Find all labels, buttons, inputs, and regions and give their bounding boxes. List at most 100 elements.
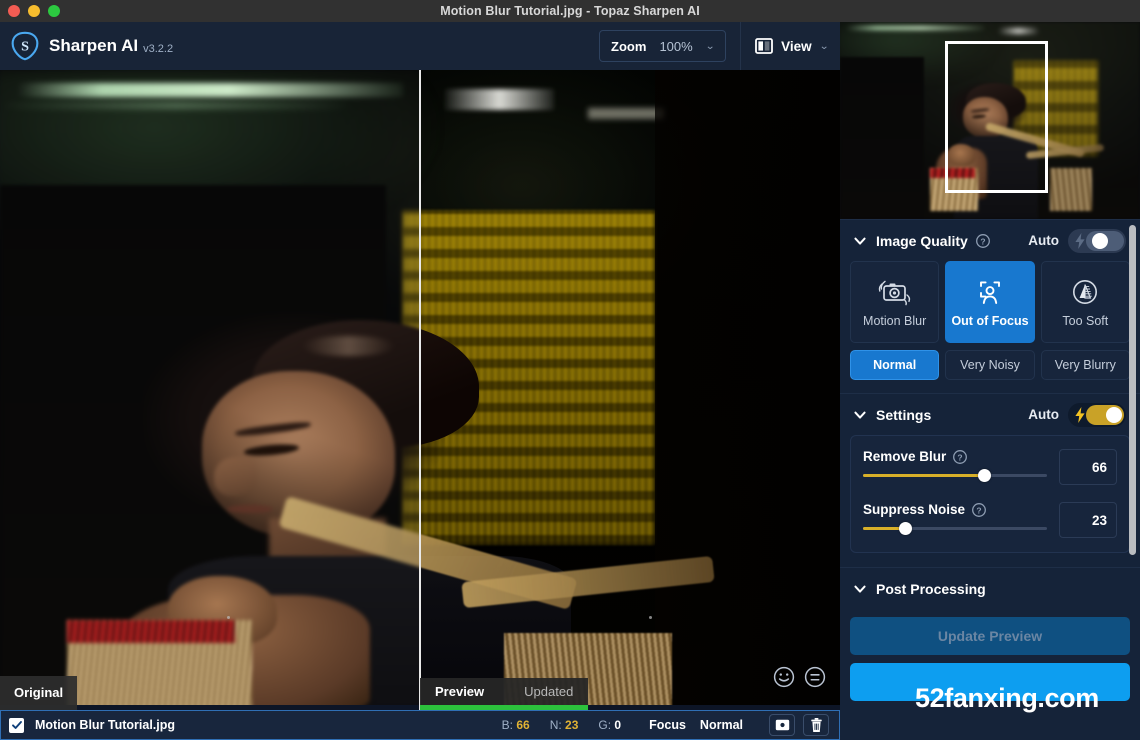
section-header-post-processing[interactable]: Post Processing (840, 567, 1140, 609)
stat-noise-value: 23 (565, 718, 579, 732)
zoom-control[interactable]: Zoom 100% ⌄ (599, 30, 727, 62)
noise-level-row: Normal Very Noisy Very Blurry (840, 343, 1140, 380)
preview-image-pane[interactable] (420, 70, 840, 710)
checkmark-icon (11, 721, 22, 729)
minimize-window-button[interactable] (28, 5, 40, 17)
panel-scrollbar-thumb[interactable] (1129, 225, 1136, 555)
slider-remove-blur-value[interactable]: 66 (1059, 449, 1117, 485)
smiley-face-icon[interactable] (773, 666, 795, 688)
navigator-roi-rectangle[interactable] (945, 41, 1048, 193)
image-quality-title: Image Quality (876, 232, 968, 249)
slider-remove-blur-track[interactable] (863, 469, 1047, 482)
quality-mode-motion-blur[interactable]: Motion Blur (850, 261, 940, 343)
focus-label: Focus (649, 718, 686, 732)
image-comparison-canvas[interactable]: Original Preview Updated (0, 70, 840, 710)
panel-sections: Image Quality ? Auto Motion Blur Out of … (840, 219, 1140, 740)
slider-suppress-noise-head: Suppress Noise ? (863, 502, 1047, 517)
file-action-buttons[interactable] (769, 714, 829, 736)
noise-level-very-blurry[interactable]: Very Blurry (1040, 350, 1130, 380)
lightning-bolt-icon-quality (1075, 232, 1085, 249)
slider-remove-blur-knob[interactable] (978, 469, 992, 482)
original-photo (0, 70, 420, 710)
delete-file-button[interactable] (803, 714, 829, 736)
slider-remove-blur: Remove Blur ? 66 (863, 449, 1117, 485)
slider-suppress-noise-track[interactable] (863, 522, 1047, 535)
section-header-image-quality[interactable]: Image Quality ? Auto (840, 219, 1140, 261)
stat-noise-key: N: (549, 718, 562, 732)
update-preview-button[interactable]: Update Preview (850, 617, 1130, 655)
split-divider-handle[interactable] (419, 70, 421, 710)
feedback-buttons[interactable] (773, 666, 826, 688)
file-name-label: Motion Blur Tutorial.jpg (35, 718, 176, 732)
window-title: Motion Blur Tutorial.jpg - Topaz Sharpen… (440, 4, 700, 18)
stat-grain-value: 0 (614, 718, 622, 732)
chevron-down-icon-image-quality[interactable] (853, 234, 867, 248)
chevron-down-icon-post-processing[interactable] (853, 582, 867, 596)
site-watermark: 52fanxing.com (915, 683, 1099, 713)
section-header-settings[interactable]: Settings Auto (840, 393, 1140, 435)
neutral-face-icon[interactable] (804, 666, 826, 688)
focus-person-icon (980, 280, 1000, 304)
svg-text:?: ? (958, 452, 963, 462)
compare-view-icon (775, 719, 789, 731)
view-label: View (781, 38, 812, 54)
settings-title: Settings (876, 406, 932, 423)
brand-version: v3.2.2 (143, 42, 174, 55)
image-quality-mode-grid: Motion Blur Out of Focus Too Soft (840, 261, 1140, 343)
right-control-panel: Image Quality ? Auto Motion Blur Out of … (840, 22, 1140, 740)
original-image-pane[interactable] (0, 70, 420, 710)
quality-mode-motion-blur-label: Motion Blur (863, 313, 927, 328)
slider-suppress-noise-value[interactable]: 23 (1059, 502, 1117, 538)
file-stats: B: 66 N: 23 G: 0 (502, 718, 621, 732)
image-quality-auto-toggle[interactable] (1068, 228, 1126, 253)
quality-mode-out-of-focus[interactable]: Out of Focus (945, 261, 1035, 343)
maximize-window-button[interactable] (48, 5, 60, 17)
panel-scroll-track[interactable] (1129, 219, 1138, 740)
quality-mode-out-of-focus-label: Out of Focus (951, 313, 1029, 328)
soft-cone-icon (1073, 279, 1098, 304)
file-checkbox[interactable] (9, 717, 24, 733)
quality-mode-too-soft[interactable]: Too Soft (1040, 261, 1130, 343)
svg-text:S: S (21, 38, 29, 54)
zoom-label: Zoom (611, 38, 647, 54)
compare-view-button[interactable] (769, 714, 795, 736)
chevron-down-icon-view[interactable]: ⌄ (819, 41, 829, 52)
app-window: Motion Blur Tutorial.jpg - Topaz Sharpen… (0, 0, 1140, 740)
zoom-value: 100% (659, 38, 693, 54)
slider-suppress-noise-col: Suppress Noise ? (863, 502, 1059, 535)
preview-tab-group[interactable]: Preview Updated (420, 678, 589, 710)
help-icon-image-quality[interactable]: ? (975, 233, 990, 248)
help-icon-remove-blur[interactable]: ? (953, 449, 968, 464)
focus-mode-value: Normal (699, 718, 743, 732)
toolbar-right-group: Zoom 100% ⌄ View ⌄ (599, 22, 840, 70)
chevron-down-icon[interactable]: ⌄ (705, 41, 715, 52)
tab-updated[interactable]: Updated (524, 684, 573, 699)
svg-text:?: ? (976, 505, 981, 515)
slider-suppress-noise-knob[interactable] (899, 522, 913, 535)
close-window-button[interactable] (8, 5, 20, 17)
stat-noise: N: 23 (550, 718, 579, 732)
help-icon-suppress-noise[interactable]: ? (972, 502, 986, 517)
navigator-thumbnail[interactable] (840, 22, 1140, 219)
preview-photo (420, 70, 840, 710)
stat-blur: B: 66 (502, 718, 530, 732)
chevron-down-icon-settings[interactable] (853, 408, 867, 422)
focus-mode-group: Focus Normal (649, 718, 743, 732)
post-processing-title: Post Processing (876, 580, 986, 597)
window-titlebar: Motion Blur Tutorial.jpg - Topaz Sharpen… (0, 0, 1140, 22)
quality-mode-too-soft-label: Too Soft (1062, 313, 1109, 328)
noise-level-normal[interactable]: Normal (850, 350, 940, 380)
traffic-light-buttons[interactable] (8, 0, 60, 22)
image-quality-auto-label: Auto (1028, 233, 1059, 248)
stat-blur-key: B: (501, 718, 513, 732)
view-control[interactable]: View ⌄ (755, 37, 840, 55)
stat-blur-value: 66 (516, 718, 530, 732)
file-status-bar: Motion Blur Tutorial.jpg B: 66 N: 23 G: … (0, 710, 840, 740)
settings-sliders-card: Remove Blur ? 66 Suppress Noise ? 23 (850, 435, 1130, 553)
trash-icon (810, 717, 822, 732)
lightning-bolt-icon-settings (1075, 406, 1085, 423)
tab-preview[interactable]: Preview (435, 684, 484, 699)
settings-auto-toggle[interactable] (1068, 402, 1126, 427)
brand-name: Sharpen AI (49, 36, 139, 55)
noise-level-very-noisy[interactable]: Very Noisy (945, 350, 1035, 380)
